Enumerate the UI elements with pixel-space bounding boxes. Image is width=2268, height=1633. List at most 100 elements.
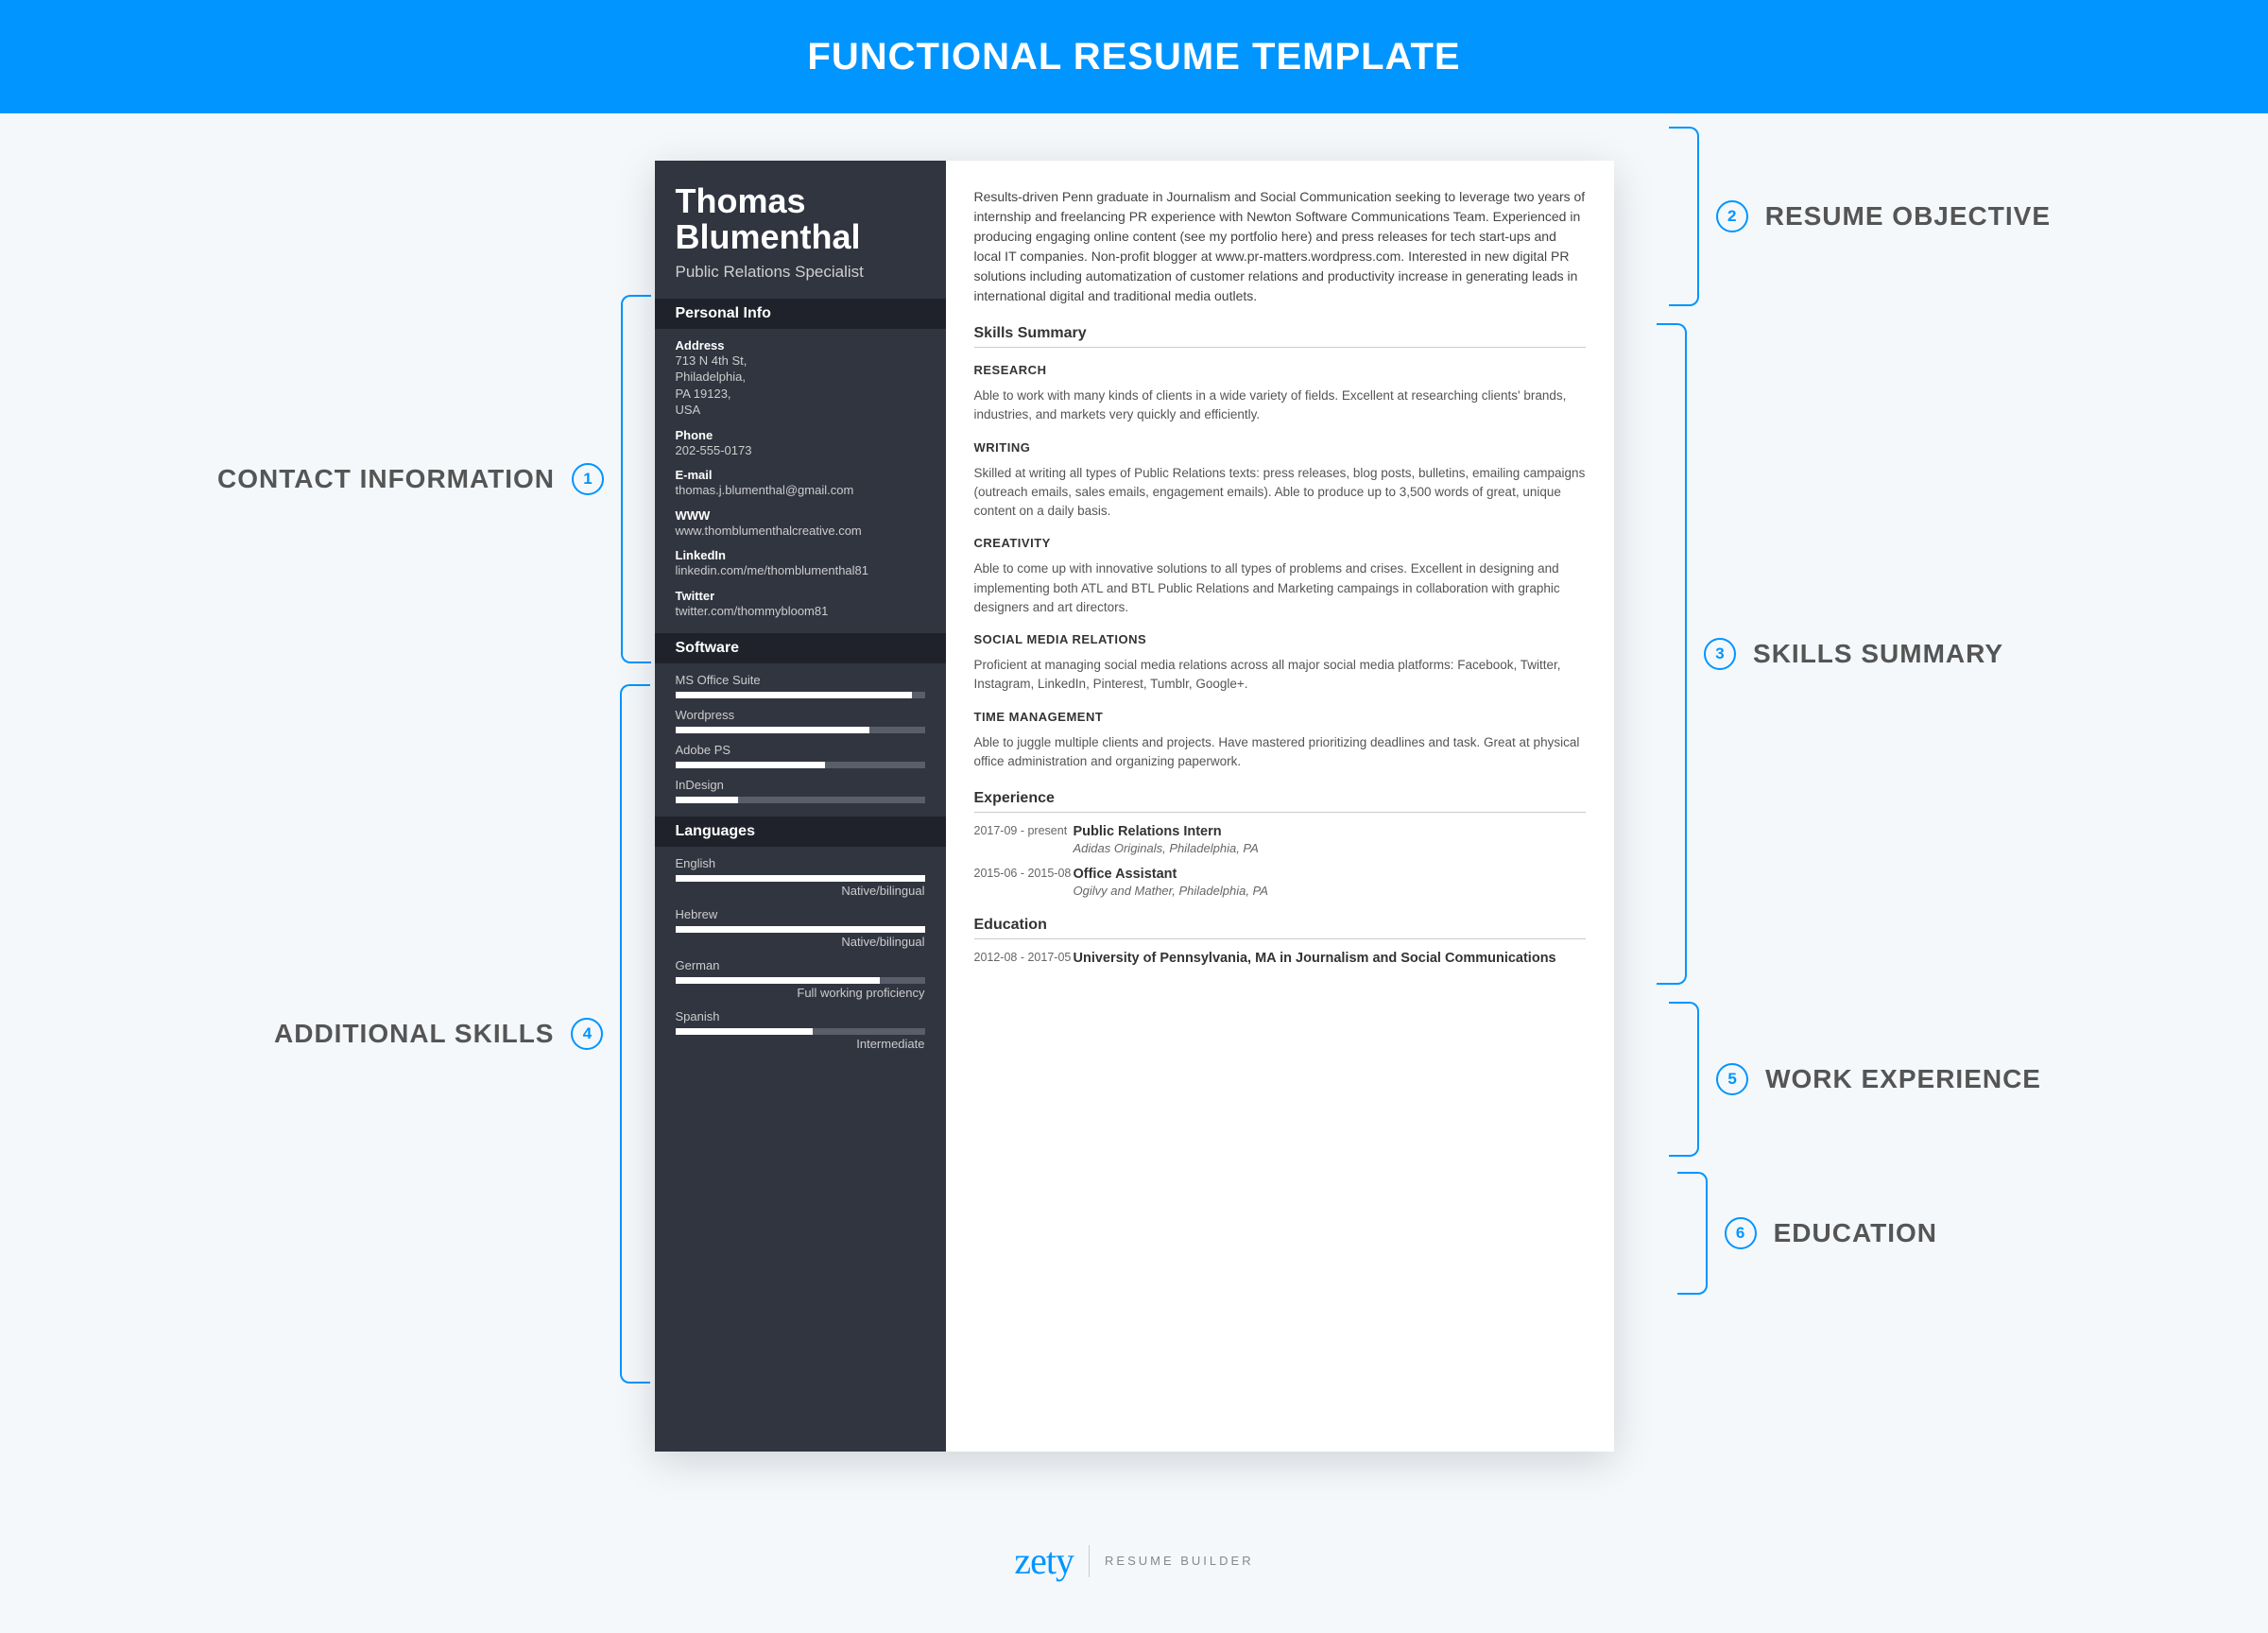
language-level: Intermediate (676, 1037, 925, 1051)
annotation-number: 5 (1716, 1063, 1748, 1095)
language-item: German Full working proficiency (676, 958, 925, 1000)
progress-fill (676, 727, 870, 733)
education-header: Education (974, 917, 1586, 939)
skill-heading: SOCIAL MEDIA RELATIONS (974, 632, 1586, 646)
annotation-objective: 2 RESUME OBJECTIVE (1669, 127, 2051, 306)
software-name: Adobe PS (676, 743, 925, 757)
progress-bar (676, 875, 925, 882)
language-name: Hebrew (676, 907, 925, 921)
email-value: thomas.j.blumenthal@gmail.com (676, 482, 925, 499)
annotation-label: CONTACT INFORMATION (217, 464, 555, 494)
language-name: English (676, 856, 925, 870)
email-label: E-mail (676, 468, 925, 482)
annotation-number: 2 (1716, 200, 1748, 232)
software-item: Wordpress (676, 708, 925, 733)
phone-value: 202-555-0173 (676, 442, 925, 459)
bracket-icon (620, 684, 650, 1384)
resume-content: Results-driven Penn graduate in Journali… (946, 161, 1614, 1452)
progress-fill (676, 926, 925, 933)
skill-text: Proficient at managing social media rela… (974, 656, 1586, 695)
annotation-number: 6 (1725, 1217, 1757, 1249)
annotation-number: 4 (571, 1018, 603, 1050)
skill-text: Able to come up with innovative solution… (974, 559, 1586, 617)
education-title: University of Pennsylvania, MA in Journa… (1074, 951, 1586, 966)
annotation-label: RESUME OBJECTIVE (1765, 201, 2051, 232)
progress-bar (676, 692, 925, 698)
progress-fill (676, 762, 825, 768)
annotation-number: 3 (1704, 638, 1736, 670)
experience-date: 2015-06 - 2015-08 (974, 867, 1074, 898)
bracket-icon (1657, 323, 1687, 985)
language-level: Native/bilingual (676, 884, 925, 898)
education-list: 2012-08 - 2017-05 University of Pennsylv… (974, 951, 1586, 966)
bracket-icon (1669, 127, 1699, 306)
education-date: 2012-08 - 2017-05 (974, 951, 1074, 966)
footer-divider (1089, 1545, 1090, 1577)
language-item: English Native/bilingual (676, 856, 925, 898)
experience-title: Public Relations Intern (1074, 824, 1586, 839)
progress-fill (676, 1028, 813, 1035)
skill-text: Able to juggle multiple clients and proj… (974, 733, 1586, 772)
page-header: FUNCTIONAL RESUME TEMPLATE (0, 0, 2268, 113)
skill-heading: TIME MANAGEMENT (974, 710, 1586, 724)
experience-row: 2017-09 - present Public Relations Inter… (974, 824, 1586, 855)
annotation-label: WORK EXPERIENCE (1765, 1064, 2041, 1094)
progress-fill (676, 692, 913, 698)
annotation-additional: 4 ADDITIONAL SKILLS (274, 684, 650, 1384)
annotation-label: SKILLS SUMMARY (1753, 639, 2003, 669)
languages-header: Languages (655, 816, 946, 847)
language-level: Native/bilingual (676, 935, 925, 949)
annotation-work: 5 WORK EXPERIENCE (1669, 1002, 2041, 1157)
annotation-label: ADDITIONAL SKILLS (274, 1019, 554, 1049)
candidate-first-name: Thomas (676, 183, 925, 219)
software-item: MS Office Suite (676, 673, 925, 698)
language-level: Full working proficiency (676, 986, 925, 1000)
experience-body: Public Relations Intern Adidas Originals… (1074, 824, 1586, 855)
footer: zety RESUME BUILDER (0, 1538, 2268, 1583)
bracket-icon (1677, 1172, 1708, 1295)
progress-bar (676, 926, 925, 933)
personal-info-header: Personal Info (655, 299, 946, 329)
language-name: German (676, 958, 925, 972)
software-list: MS Office Suite Wordpress Adobe PS InDes… (676, 673, 925, 803)
phone-label: Phone (676, 428, 925, 442)
candidate-title: Public Relations Specialist (676, 263, 925, 282)
education-row: 2012-08 - 2017-05 University of Pennsylv… (974, 951, 1586, 966)
experience-subtitle: Adidas Originals, Philadelphia, PA (1074, 841, 1586, 855)
progress-fill (676, 797, 738, 803)
progress-fill (676, 977, 880, 984)
address-value: Philadelphia, (676, 369, 925, 386)
experience-subtitle: Ogilvy and Mather, Philadelphia, PA (1074, 884, 1586, 898)
main-area: 1 CONTACT INFORMATION 4 ADDITIONAL SKILL… (0, 113, 2268, 1521)
address-value: PA 19123, (676, 386, 925, 403)
progress-bar (676, 797, 925, 803)
skills-summary-header: Skills Summary (974, 325, 1586, 348)
resume-sidebar: Thomas Blumenthal Public Relations Speci… (655, 161, 946, 1452)
software-name: Wordpress (676, 708, 925, 722)
linkedin-label: LinkedIn (676, 548, 925, 562)
software-name: MS Office Suite (676, 673, 925, 687)
address-value: 713 N 4th St, (676, 352, 925, 370)
footer-logo: zety (1014, 1538, 1074, 1583)
annotation-label: EDUCATION (1774, 1218, 1937, 1248)
software-name: InDesign (676, 778, 925, 792)
progress-bar (676, 762, 925, 768)
page-title: FUNCTIONAL RESUME TEMPLATE (807, 36, 1460, 78)
progress-bar (676, 977, 925, 984)
language-item: Spanish Intermediate (676, 1009, 925, 1051)
progress-bar (676, 727, 925, 733)
annotation-number: 1 (572, 463, 604, 495)
annotation-education: 6 EDUCATION (1677, 1172, 1937, 1295)
languages-list: English Native/bilingual Hebrew Native/bi… (676, 856, 925, 1051)
skill-heading: CREATIVITY (974, 536, 1586, 550)
progress-bar (676, 1028, 925, 1035)
www-label: WWW (676, 508, 925, 523)
bracket-icon (1669, 1002, 1699, 1157)
software-item: InDesign (676, 778, 925, 803)
annotation-contact: 1 CONTACT INFORMATION (217, 295, 651, 663)
language-name: Spanish (676, 1009, 925, 1023)
experience-list: 2017-09 - present Public Relations Inter… (974, 824, 1586, 898)
twitter-label: Twitter (676, 589, 925, 603)
skill-heading: WRITING (974, 440, 1586, 455)
www-value: www.thomblumenthalcreative.com (676, 523, 925, 540)
